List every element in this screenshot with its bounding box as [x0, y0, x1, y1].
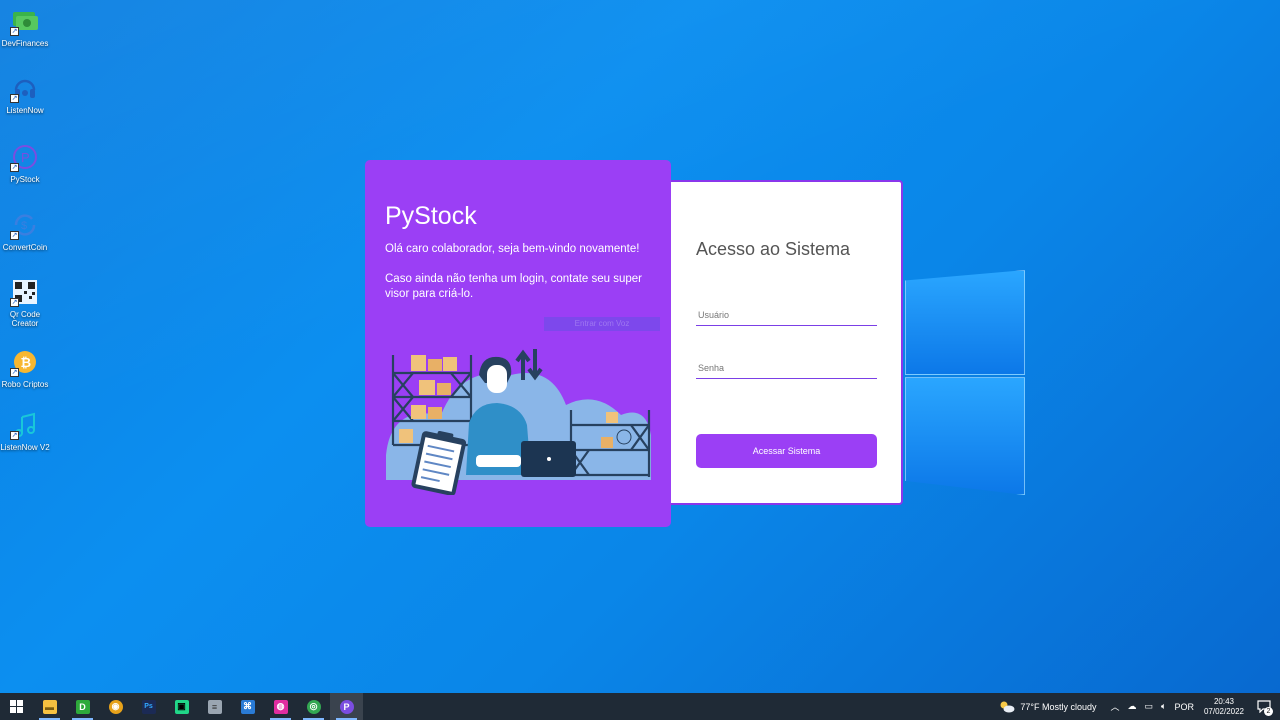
pycharm-icon: ▣ — [174, 699, 189, 714]
music-note-icon: ↗ — [10, 410, 40, 440]
dbeaver-icon: D — [75, 699, 90, 714]
database-icon: ≡ — [207, 699, 222, 714]
welcome-text: Olá caro colaborador, seja bem-vindo nov… — [385, 243, 640, 255]
notification-count-badge: 2 — [1264, 706, 1273, 716]
show-hidden-icons-chevron-icon[interactable]: ︿ — [1111, 700, 1120, 713]
system-tray: 77°F Mostly cloudy ︿ ☁ ▭ 🔈︎ POR 20:43 07… — [995, 693, 1280, 720]
input-language[interactable]: POR — [1174, 702, 1194, 712]
desktop-icon-convertcoin[interactable]: $ ↗ ConvertCoin — [0, 208, 50, 270]
login-form-panel: Acesso ao Sistema Acessar Sistema — [671, 180, 903, 505]
desktop-icon-label: PyStock — [10, 175, 40, 184]
file-explorer-icon: ▬ — [42, 699, 57, 714]
windows-start-icon — [10, 700, 23, 713]
convert-coin-icon: $ ↗ — [10, 210, 40, 240]
welcome-panel: PyStock Olá caro colaborador, seja bem-v… — [365, 160, 671, 527]
svg-text:₿: ₿ — [21, 355, 32, 370]
qr-code-icon: ↗ — [10, 277, 40, 307]
desktop-icon-label: Robo Criptos — [1, 380, 49, 389]
access-title: Acesso ao Sistema — [696, 239, 851, 259]
network-icon[interactable]: ▭ — [1145, 701, 1154, 712]
taskbar-chrome-canary[interactable]: ◉ — [99, 693, 132, 720]
info-text: Caso ainda não tenha um login, contate s… — [385, 273, 643, 300]
password-input[interactable] — [696, 357, 877, 378]
vscode-icon: ⌘ — [240, 699, 255, 714]
chrome-canary-icon: ◉ — [108, 699, 123, 714]
insomnia-icon: ◍ — [273, 699, 288, 714]
partly-cloudy-icon — [1000, 701, 1015, 712]
volume-icon[interactable]: 🔈︎ — [1161, 701, 1166, 712]
action-center-button[interactable]: 2 — [1254, 697, 1274, 717]
taskbar-vscode[interactable]: ⌘ — [231, 693, 264, 720]
taskbar: ▬ D ◉ Ps ▣ ≡ ⌘ ◍ ◎ P 77°F Mostly cloudy … — [0, 693, 1280, 720]
taskbar-pycharm[interactable]: ▣ — [165, 693, 198, 720]
desktop-icon-listennow-v2[interactable]: ↗ ListenNow V2 — [0, 408, 50, 470]
photoshop-icon: Ps — [141, 699, 156, 714]
brand-title: PyStock — [385, 202, 477, 230]
taskbar-chrome[interactable]: ◎ — [297, 693, 330, 720]
taskbar-dbeaver[interactable]: D — [66, 693, 99, 720]
login-window: PyStock Olá caro colaborador, seja bem-v… — [365, 160, 903, 527]
desktop-icon-label: DevFinances — [1, 39, 49, 48]
voice-login-button[interactable]: Entrar com Voz — [544, 317, 660, 331]
taskbar-file-explorer[interactable]: ▬ — [33, 693, 66, 720]
taskbar-database[interactable]: ≡ — [198, 693, 231, 720]
username-field — [696, 304, 877, 326]
taskbar-insomnia[interactable]: ◍ — [264, 693, 297, 720]
bitcoin-icon: ₿ ↗ — [10, 347, 40, 377]
username-input[interactable] — [696, 304, 877, 325]
svg-text:$: $ — [21, 220, 27, 232]
desktop-icon-robo-criptos[interactable]: ₿ ↗ Robo Criptos — [0, 345, 50, 407]
pystock-taskbar-icon: P — [339, 699, 354, 714]
clock-date: 07/02/2022 — [1203, 706, 1244, 716]
onedrive-cloud-icon[interactable]: ☁ — [1128, 701, 1137, 712]
desktop-icon-label: ListenNow V2 — [0, 443, 50, 452]
chrome-icon: ◎ — [306, 699, 321, 714]
weather-text: 77°F Mostly cloudy — [1020, 701, 1097, 712]
taskbar-photoshop[interactable]: Ps — [132, 693, 165, 720]
desktop-icon-listennow[interactable]: ↗ ListenNow — [0, 71, 50, 133]
headphones-icon: ↗ — [10, 73, 40, 103]
start-button[interactable] — [0, 693, 33, 720]
clock[interactable]: 20:43 07/02/2022 — [1204, 697, 1244, 717]
taskbar-pystock[interactable]: P — [330, 693, 363, 720]
desktop-icon-label: Qr Code Creator — [9, 310, 41, 328]
desktop-icon-label: ListenNow — [6, 106, 44, 115]
pystock-icon: P ↗ — [10, 142, 40, 172]
desktop-icon-devfinances[interactable]: ↗ DevFinances — [0, 4, 50, 66]
clock-time: 20:43 — [1213, 696, 1234, 706]
access-system-button[interactable]: Acessar Sistema — [696, 434, 877, 468]
desktop-icon-label: ConvertCoin — [2, 243, 48, 252]
password-field — [696, 357, 877, 379]
weather-widget[interactable]: 77°F Mostly cloudy — [999, 701, 1097, 713]
desktop-icon-pystock[interactable]: P ↗ PyStock — [0, 140, 50, 202]
money-icon: ↗ — [10, 6, 40, 36]
warehouse-illustration — [386, 349, 651, 495]
desktop-icon-qr-code-creator[interactable]: ↗ Qr Code Creator — [0, 275, 50, 337]
windows-logo-graphic — [905, 255, 1030, 495]
svg-text:P: P — [21, 150, 30, 165]
